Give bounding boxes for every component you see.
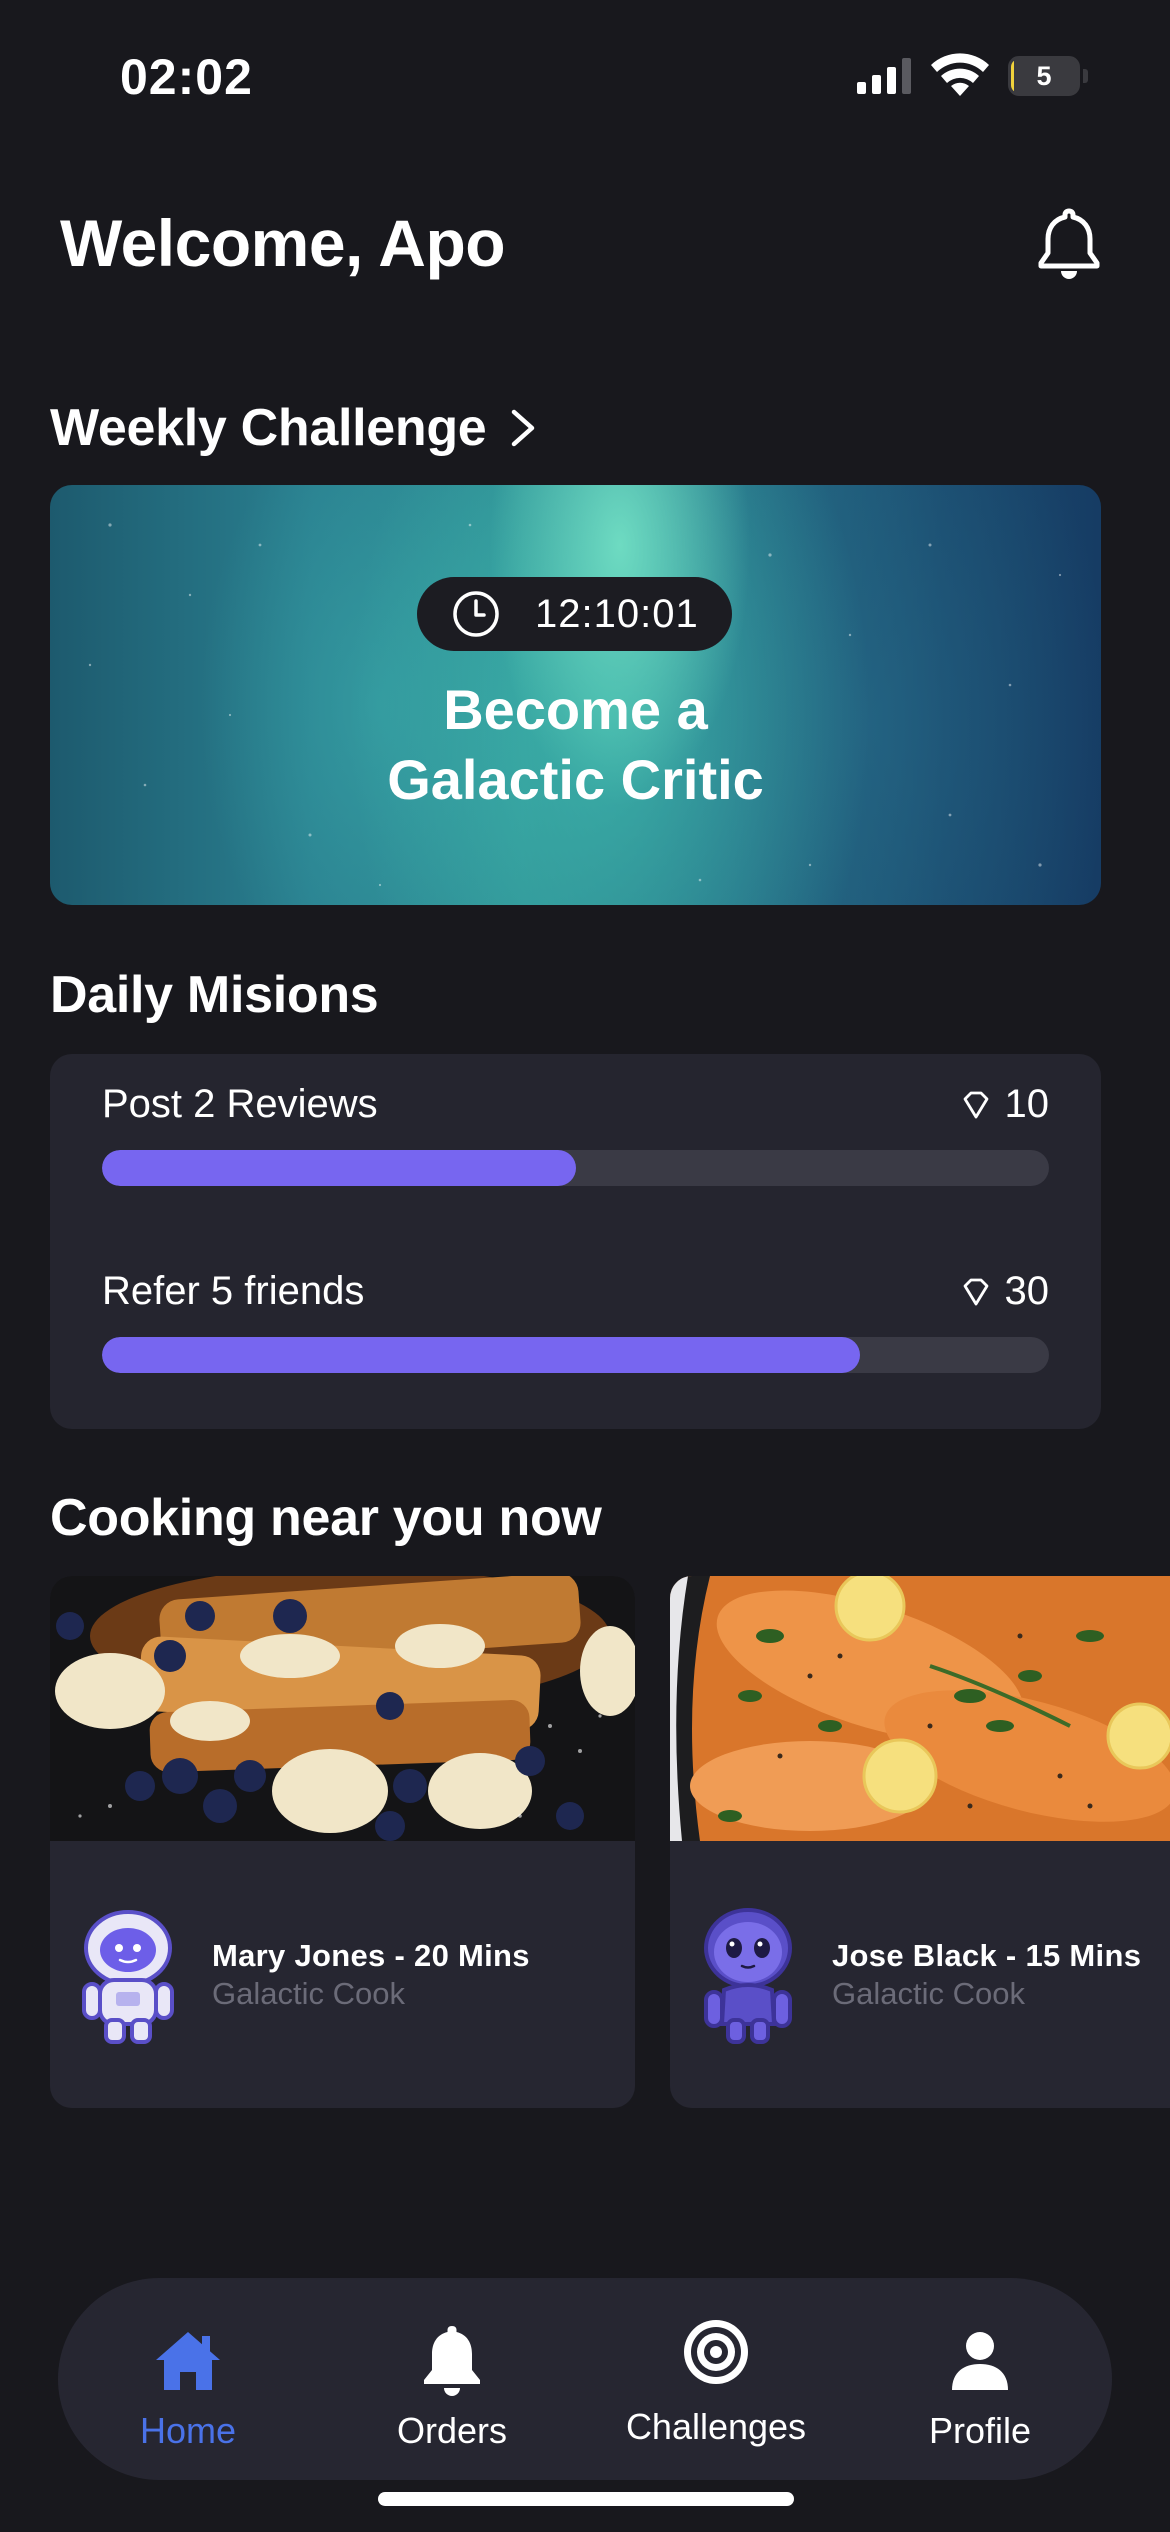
weekly-challenge-link[interactable]: Weekly Challenge xyxy=(50,398,538,458)
bottom-tab-bar: Home Orders Challenges Profile xyxy=(58,2278,1112,2480)
cook-name: Mary Jones - 20 Mins xyxy=(212,1938,530,1973)
reward-points: 10 xyxy=(1004,1082,1050,1126)
daily-missions-title: Daily Misions xyxy=(50,966,379,1024)
tab-label: Home xyxy=(139,2410,237,2451)
cooking-near-title: Cooking near you now xyxy=(50,1489,602,1547)
tab-label: Challenges xyxy=(625,2406,807,2447)
mission-progress-fill xyxy=(102,1150,576,1186)
cook-card[interactable]: Jose Black - 15 Mins Galactic Cook xyxy=(670,1576,1170,2108)
home-screen: 02:02 5 Welcome, Apo Weekly Challenge 12… xyxy=(0,0,1170,2532)
mission-reward: 30 xyxy=(961,1269,1050,1314)
salmon-dish-photo xyxy=(670,1576,1170,1841)
french-toast-photo xyxy=(50,1576,635,1841)
cook-role: Galactic Cook xyxy=(212,1976,405,2011)
mission-progress-fill xyxy=(102,1337,860,1373)
cellular-signal-icon xyxy=(857,58,911,94)
mission-reward: 10 xyxy=(961,1082,1050,1127)
alien-avatar xyxy=(704,1908,792,2044)
weekly-challenge-title: Weekly Challenge xyxy=(50,399,487,457)
mission-label: Refer 5 friends xyxy=(102,1269,365,1313)
challenge-title: Become a Galactic Critic xyxy=(387,678,764,811)
mission-progress-bar xyxy=(102,1337,1049,1373)
tab-orders[interactable]: Orders xyxy=(342,2278,562,2480)
battery-level: 5 xyxy=(1036,61,1052,91)
astronaut-avatar xyxy=(82,1910,174,2044)
cook-name: Jose Black - 15 Mins xyxy=(832,1938,1142,1973)
target-icon xyxy=(684,2320,748,2384)
mission-progress-bar xyxy=(102,1150,1049,1186)
challenge-timer: 12:10:01 xyxy=(417,577,732,651)
bell-icon xyxy=(424,2326,480,2396)
battery-icon: 5 xyxy=(1008,56,1088,96)
reward-points: 30 xyxy=(1004,1269,1050,1313)
person-icon xyxy=(952,2332,1008,2390)
chevron-right-icon xyxy=(512,409,535,447)
weekly-challenge-card[interactable]: 12:10:01 Become a Galactic Critic xyxy=(50,485,1101,905)
gem-icon xyxy=(963,1278,988,1305)
status-time: 02:02 xyxy=(120,49,253,105)
tab-challenges[interactable]: Challenges xyxy=(606,2278,826,2480)
clock-icon xyxy=(453,591,499,637)
wifi-icon xyxy=(931,53,989,96)
daily-missions-card: Post 2 Reviews 10 Refer 5 friends 30 xyxy=(50,1054,1101,1429)
tab-label: Profile xyxy=(928,2410,1032,2451)
timer-text: 12:10:01 xyxy=(535,591,699,636)
home-indicator xyxy=(378,2492,794,2506)
cook-role: Galactic Cook xyxy=(832,1976,1025,2011)
tab-home[interactable]: Home xyxy=(78,2278,298,2480)
cook-card[interactable]: Mary Jones - 20 Mins Galactic Cook xyxy=(50,1576,635,2108)
tab-profile[interactable]: Profile xyxy=(870,2278,1090,2480)
tab-label: Orders xyxy=(396,2410,508,2451)
home-icon xyxy=(156,2332,220,2390)
welcome-heading: Welcome, Apo xyxy=(60,206,506,280)
gem-icon xyxy=(963,1091,988,1118)
notifications-bell-icon[interactable] xyxy=(1030,205,1108,283)
mission-label: Post 2 Reviews xyxy=(102,1082,378,1126)
